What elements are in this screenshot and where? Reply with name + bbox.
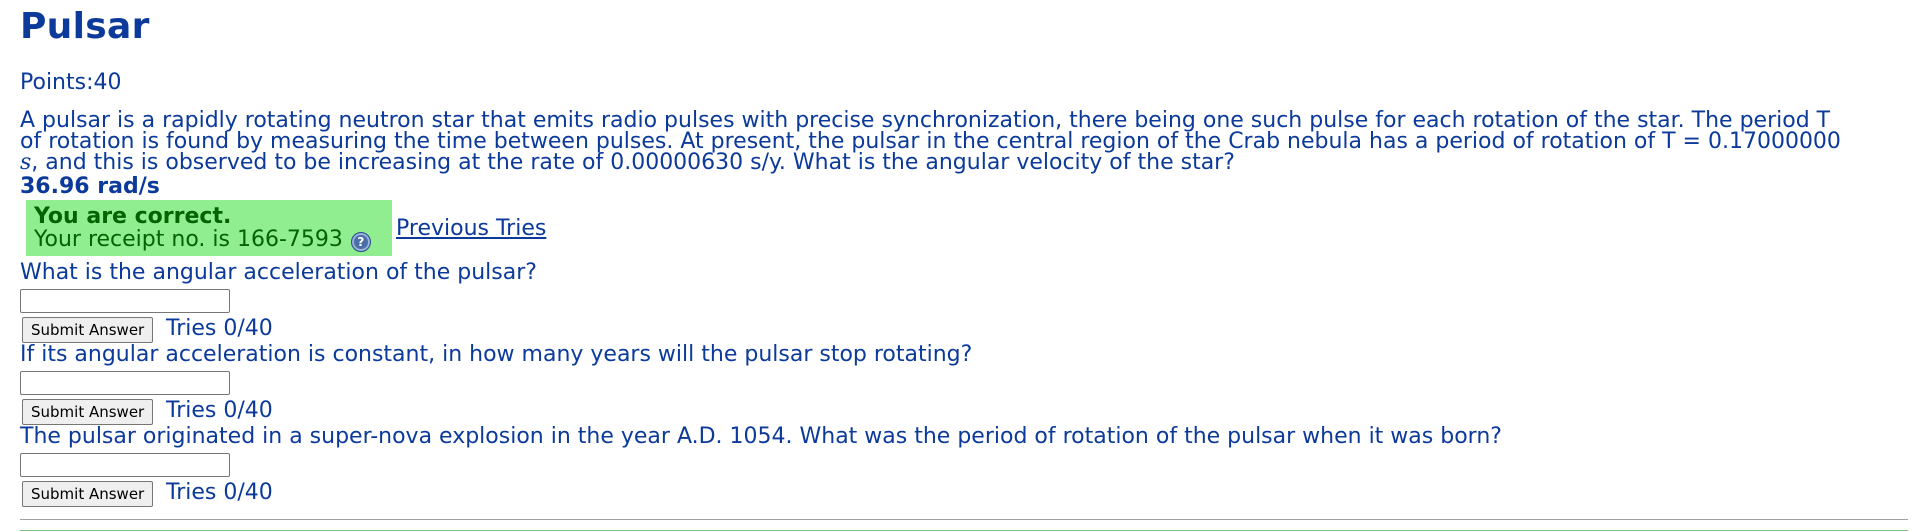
tries-counter-2: Tries 0/40: [166, 398, 273, 423]
correct-feedback-box: You are correct. Your receipt no. is 166…: [26, 200, 392, 256]
submit-answer-button-2[interactable]: Submit Answer: [22, 399, 154, 425]
correct-title: You are correct.: [34, 204, 232, 229]
receipt-text: Your receipt no. is 166-7593: [34, 227, 343, 252]
points-label: Points:40: [20, 70, 122, 95]
receipt-row: Your receipt no. is 166-7593 ?: [34, 228, 384, 252]
submit-answer-button-1[interactable]: Submit Answer: [22, 317, 154, 343]
help-question-icon[interactable]: ?: [350, 232, 371, 252]
tries-counter-3: Tries 0/40: [166, 480, 273, 505]
answer-input-2[interactable]: [20, 371, 230, 395]
submitted-answer: 36.96 rad/s: [20, 174, 160, 199]
problem-statement: A pulsar is a rapidly rotating neutron s…: [20, 108, 1910, 175]
question-1-text: What is the angular acceleration of the …: [20, 260, 537, 285]
problem-line-2: of rotation is found by measuring the ti…: [20, 129, 1841, 154]
answer-input-1[interactable]: [20, 289, 230, 313]
answer-input-3[interactable]: [20, 453, 230, 477]
tries-counter-1: Tries 0/40: [166, 316, 273, 341]
problem-line-1: A pulsar is a rapidly rotating neutron s…: [20, 108, 1831, 133]
footer-divider: [20, 530, 1908, 531]
unit-symbol: s: [20, 150, 32, 175]
question-3-text: The pulsar originated in a super-nova ex…: [20, 424, 1502, 449]
section-divider: [20, 519, 1908, 520]
problem-line-3: s, and this is observed to be increasing…: [20, 150, 1910, 175]
problem-page: Pulsar Points:40 A pulsar is a rapidly r…: [0, 0, 1920, 532]
previous-tries-link[interactable]: Previous Tries: [396, 216, 546, 241]
page-title: Pulsar: [20, 6, 150, 47]
problem-line-3-text: , and this is observed to be increasing …: [31, 150, 1235, 175]
question-2-text: If its angular acceleration is constant,…: [20, 342, 973, 367]
submit-answer-button-3[interactable]: Submit Answer: [22, 481, 154, 507]
